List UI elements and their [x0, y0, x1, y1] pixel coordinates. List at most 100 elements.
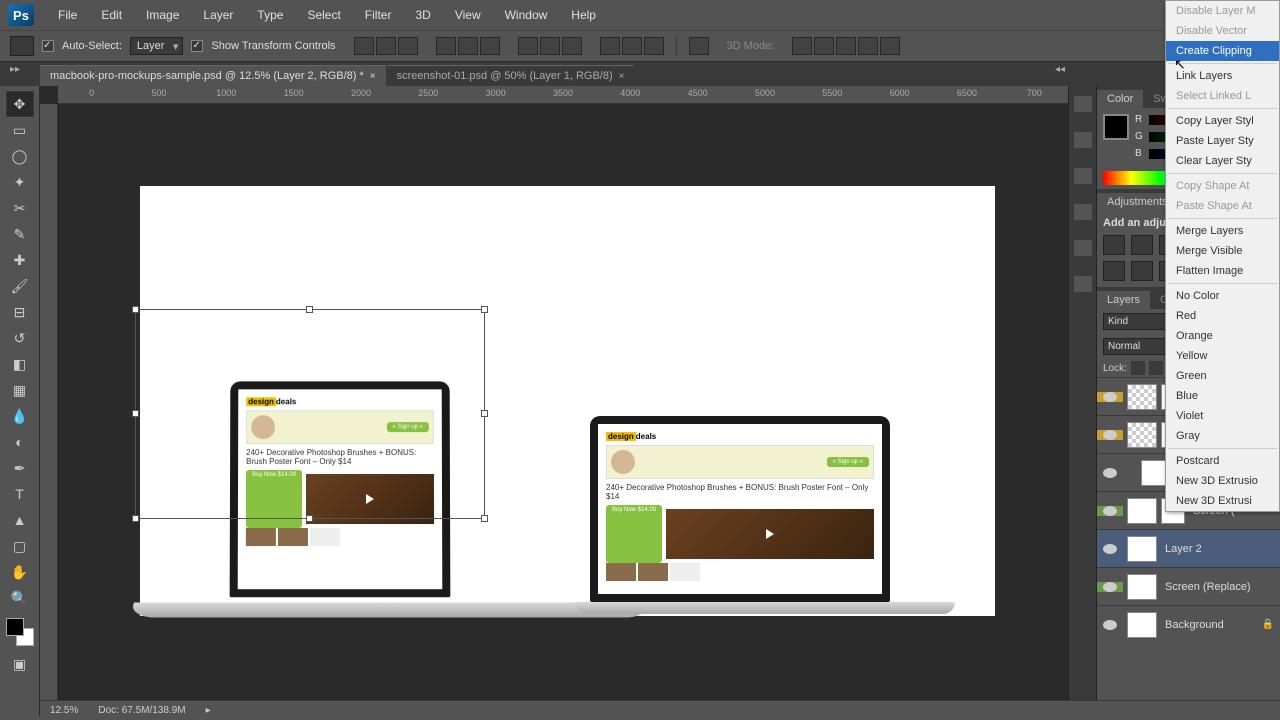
- pen-tool[interactable]: ✒: [7, 456, 33, 480]
- distribute-button[interactable]: [600, 37, 620, 55]
- layer-row[interactable]: Background🔒: [1097, 605, 1280, 643]
- context-menu-item[interactable]: Paste Layer Sty: [1166, 131, 1279, 151]
- context-menu-item[interactable]: Blue: [1166, 386, 1279, 406]
- wand-tool[interactable]: ✦: [7, 170, 33, 194]
- stamp-tool[interactable]: ⊟: [7, 300, 33, 324]
- zoom-tool[interactable]: 🔍: [7, 586, 33, 610]
- menu-layer[interactable]: Layer: [191, 8, 245, 22]
- context-menu-item[interactable]: Orange: [1166, 326, 1279, 346]
- menu-window[interactable]: Window: [493, 8, 560, 22]
- context-menu-item[interactable]: Merge Visible: [1166, 241, 1279, 261]
- context-menu-item[interactable]: New 3D Extrusio: [1166, 471, 1279, 491]
- context-menu-item[interactable]: Link Layers: [1166, 66, 1279, 86]
- layer-thumbnail[interactable]: [1127, 498, 1157, 524]
- color-tab[interactable]: Color: [1097, 90, 1143, 108]
- quick-mask-toggle[interactable]: ▣: [7, 652, 33, 676]
- menu-select[interactable]: Select: [295, 8, 352, 22]
- align-button[interactable]: [436, 37, 456, 55]
- context-menu-item[interactable]: Gray: [1166, 426, 1279, 446]
- visibility-eye-icon[interactable]: [1103, 430, 1117, 440]
- history-brush-tool[interactable]: ↺: [7, 326, 33, 350]
- align-button[interactable]: [354, 37, 374, 55]
- menu-help[interactable]: Help: [559, 8, 608, 22]
- fg-bg-swatches[interactable]: [6, 618, 34, 646]
- menu-view[interactable]: View: [443, 8, 493, 22]
- 3d-button[interactable]: [880, 37, 900, 55]
- collapse-icon[interactable]: ▸▸: [10, 64, 20, 75]
- zoom-level[interactable]: 12.5%: [50, 705, 78, 716]
- distribute-button[interactable]: [518, 37, 538, 55]
- layer-row[interactable]: Screen (Replace): [1097, 567, 1280, 605]
- adjustment-icon[interactable]: [1103, 261, 1125, 281]
- shape-tool[interactable]: ▢: [7, 534, 33, 558]
- auto-select-target-dropdown[interactable]: Layer: [130, 37, 184, 55]
- visibility-eye-icon[interactable]: [1103, 506, 1117, 516]
- context-menu-item[interactable]: Violet: [1166, 406, 1279, 426]
- layer-thumbnail[interactable]: [1127, 574, 1157, 600]
- marquee-tool[interactable]: ▭: [7, 118, 33, 142]
- align-button[interactable]: [376, 37, 396, 55]
- layer-thumbnail[interactable]: [1127, 612, 1157, 638]
- navigator-panel-icon[interactable]: [1074, 240, 1092, 256]
- close-icon[interactable]: ×: [619, 71, 625, 82]
- fg-color-swatch[interactable]: [6, 618, 24, 636]
- layers-tab[interactable]: Layers: [1097, 291, 1150, 309]
- layer-thumbnail[interactable]: [1127, 536, 1157, 562]
- type-tool[interactable]: T: [7, 482, 33, 506]
- visibility-eye-icon[interactable]: [1103, 620, 1117, 630]
- adjustment-icon[interactable]: [1103, 235, 1125, 255]
- context-menu-item[interactable]: No Color: [1166, 286, 1279, 306]
- layer-thumbnail[interactable]: [1127, 422, 1157, 448]
- close-icon[interactable]: ×: [370, 71, 376, 82]
- lasso-tool[interactable]: ◯: [7, 144, 33, 168]
- adjustment-icon[interactable]: [1131, 261, 1153, 281]
- distribute-button[interactable]: [540, 37, 560, 55]
- distribute-button[interactable]: [562, 37, 582, 55]
- move-tool[interactable]: ✥: [7, 92, 33, 116]
- layer-name[interactable]: Screen (Replace): [1165, 581, 1251, 593]
- visibility-eye-icon[interactable]: [1103, 392, 1117, 402]
- 3d-button[interactable]: [792, 37, 812, 55]
- layer-thumbnail[interactable]: [1127, 384, 1157, 410]
- brush-tool[interactable]: 🖌: [7, 274, 33, 298]
- context-menu-item[interactable]: Clear Layer Sty: [1166, 151, 1279, 171]
- layer-name[interactable]: Background: [1165, 619, 1224, 631]
- context-menu-item[interactable]: Yellow: [1166, 346, 1279, 366]
- context-menu-item[interactable]: Postcard: [1166, 451, 1279, 471]
- show-transform-checkbox[interactable]: [191, 40, 203, 52]
- collapse-icon[interactable]: ◂◂: [1055, 64, 1065, 75]
- menu-image[interactable]: Image: [134, 8, 191, 22]
- dodge-tool[interactable]: ◐: [7, 430, 33, 454]
- visibility-eye-icon[interactable]: [1103, 544, 1117, 554]
- lock-transparency-icon[interactable]: [1131, 361, 1145, 375]
- actions-panel-icon[interactable]: [1074, 168, 1092, 184]
- align-button[interactable]: [458, 37, 478, 55]
- crop-tool[interactable]: ✂: [7, 196, 33, 220]
- visibility-eye-icon[interactable]: [1103, 582, 1117, 592]
- context-menu-item[interactable]: Create Clipping: [1166, 41, 1279, 61]
- align-button[interactable]: [480, 37, 500, 55]
- context-menu-item[interactable]: Flatten Image: [1166, 261, 1279, 281]
- auto-align-button[interactable]: [689, 37, 709, 55]
- 3d-button[interactable]: [858, 37, 878, 55]
- auto-select-checkbox[interactable]: [42, 40, 54, 52]
- document-tab[interactable]: screenshot-01.psd @ 50% (Layer 1, RGB/8)…: [387, 65, 635, 86]
- path-select-tool[interactable]: ▲: [7, 508, 33, 532]
- distribute-button[interactable]: [644, 37, 664, 55]
- character-panel-icon[interactable]: [1074, 96, 1092, 112]
- eraser-tool[interactable]: ◧: [7, 352, 33, 376]
- color-swatch[interactable]: [1103, 114, 1129, 140]
- layer-name[interactable]: Layer 2: [1165, 543, 1202, 555]
- visibility-eye-icon[interactable]: [1103, 468, 1117, 478]
- blur-tool[interactable]: 💧: [7, 404, 33, 428]
- canvas-area[interactable]: 0 500 1000 1500 2000 2500 3000 3500 4000…: [40, 86, 1068, 716]
- menu-filter[interactable]: Filter: [353, 8, 404, 22]
- paragraph-panel-icon[interactable]: [1074, 132, 1092, 148]
- distribute-button[interactable]: [622, 37, 642, 55]
- menu-edit[interactable]: Edit: [89, 8, 134, 22]
- context-menu-item[interactable]: Red: [1166, 306, 1279, 326]
- adjustment-icon[interactable]: [1131, 235, 1153, 255]
- context-menu-item[interactable]: Copy Layer Styl: [1166, 111, 1279, 131]
- eyedropper-tool[interactable]: ✎: [7, 222, 33, 246]
- context-menu-item[interactable]: Green: [1166, 366, 1279, 386]
